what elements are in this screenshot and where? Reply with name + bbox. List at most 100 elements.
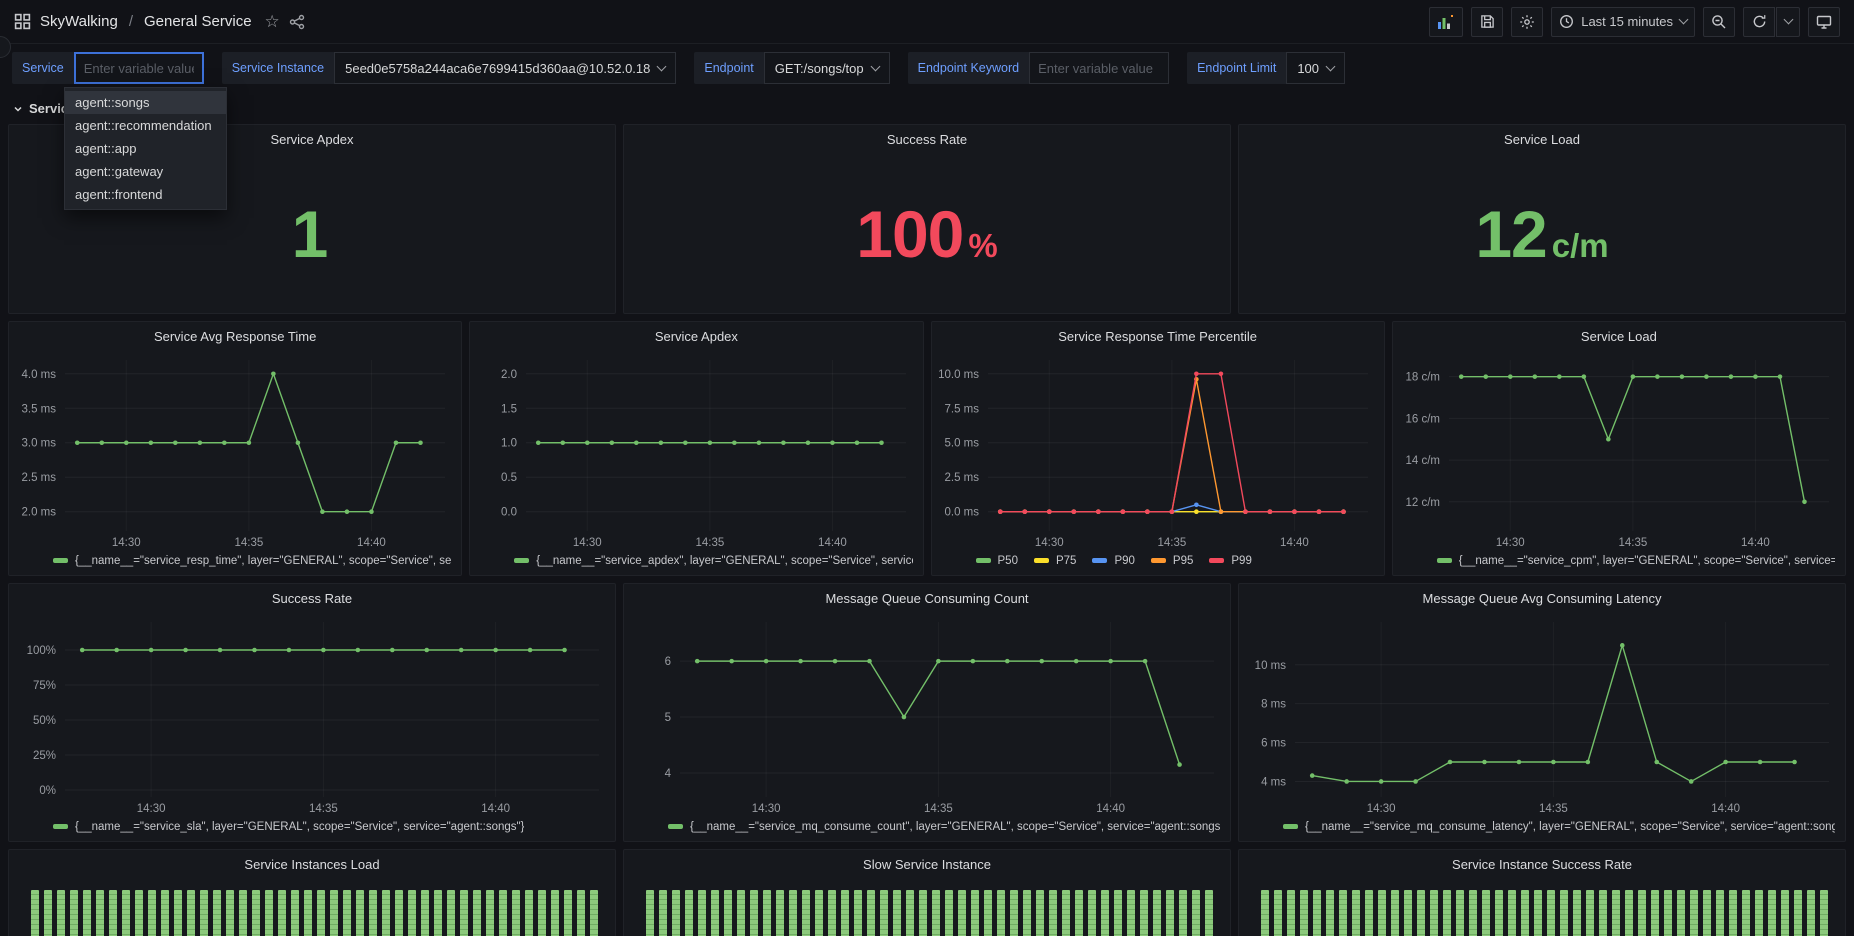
- legend-item[interactable]: {__name__="service_sla", layer="GENERAL"…: [53, 821, 524, 833]
- legend-item[interactable]: P99: [1209, 555, 1251, 567]
- gauge-bar: [945, 890, 953, 936]
- legend-item[interactable]: {__name__="service_resp_time", layer="GE…: [53, 555, 451, 567]
- dropdown-option[interactable]: agent::frontend: [65, 183, 226, 206]
- timeseries-chart[interactable]: 10 ms8 ms6 ms4 ms14:3014:3514:40: [1239, 614, 1845, 817]
- refresh-button[interactable]: [1743, 7, 1775, 37]
- legend-item[interactable]: {__name__="service_apdex", layer="GENERA…: [514, 555, 912, 567]
- gauge-bar: [122, 890, 130, 936]
- legend-item[interactable]: {__name__="service_mq_consume_count", la…: [668, 821, 1220, 833]
- legend-series-marker: [1151, 558, 1166, 563]
- dropdown-option[interactable]: agent::app: [65, 137, 226, 160]
- legend-series-marker: [668, 824, 683, 829]
- save-dashboard-button[interactable]: [1471, 7, 1503, 37]
- gauge-bar: [1088, 890, 1096, 936]
- gauge-bar: [551, 890, 559, 936]
- gauge-bar: [1261, 890, 1269, 936]
- timeseries-chart[interactable]: 2.01.51.00.50.014:3014:3514:40: [470, 352, 922, 551]
- legend-series-label: {__name__="service_sla", layer="GENERAL"…: [75, 821, 524, 833]
- header-bar: SkyWalking / General Service ☆: [0, 0, 1854, 44]
- svg-text:3.5 ms: 3.5 ms: [21, 403, 56, 415]
- dropdown-option[interactable]: agent::gateway: [65, 160, 226, 183]
- breadcrumb-app[interactable]: SkyWalking: [40, 13, 118, 30]
- add-panel-button[interactable]: [1429, 7, 1463, 37]
- refresh-interval-dropdown[interactable]: [1776, 7, 1800, 37]
- endpoint-limit-select[interactable]: 100: [1286, 52, 1345, 84]
- panel-title[interactable]: Service Avg Response Time: [9, 322, 461, 352]
- gauge-bar: [200, 890, 208, 936]
- gauge-bar: [1482, 890, 1490, 936]
- panel-title[interactable]: Service Apdex: [470, 322, 922, 352]
- gauge-bar: [1430, 890, 1438, 936]
- legend-item[interactable]: P50: [976, 555, 1018, 567]
- timeseries-row-2: Success Rate 100%75%50%25%0%14:3014:3514…: [8, 583, 1846, 842]
- timeseries-chart[interactable]: 65414:3014:3514:40: [624, 614, 1230, 817]
- bar-gauge[interactable]: [624, 880, 1230, 936]
- legend-item[interactable]: P90: [1092, 555, 1134, 567]
- dashboard-settings-button[interactable]: [1511, 7, 1543, 37]
- gauge-bar: [1036, 890, 1044, 936]
- variable-service-instance: Service Instance 5eed0e5758a244aca6e7699…: [222, 52, 677, 84]
- gauge-bar: [646, 890, 654, 936]
- variable-endpoint-label: Endpoint: [694, 52, 763, 84]
- svg-text:3.0 ms: 3.0 ms: [21, 438, 56, 450]
- timeseries-chart[interactable]: 10.0 ms7.5 ms5.0 ms2.5 ms0.0 ms14:3014:3…: [932, 352, 1384, 551]
- zoom-out-time-button[interactable]: [1703, 7, 1735, 37]
- timeseries-chart[interactable]: 4.0 ms3.5 ms3.0 ms2.5 ms2.0 ms14:3014:35…: [9, 352, 461, 551]
- gauge-bar: [161, 890, 169, 936]
- gauge-bar: [1339, 890, 1347, 936]
- panel-title[interactable]: Service Instance Success Rate: [1239, 850, 1845, 880]
- panel-title[interactable]: Service Instances Load: [9, 850, 615, 880]
- panel-title[interactable]: Message Queue Consuming Count: [624, 584, 1230, 614]
- svg-text:2.0 ms: 2.0 ms: [21, 507, 56, 519]
- gauge-bar: [304, 890, 312, 936]
- svg-text:14:30: 14:30: [1496, 537, 1525, 549]
- svg-text:7.5 ms: 7.5 ms: [944, 403, 979, 415]
- panel-title[interactable]: Success Rate: [624, 125, 1230, 155]
- gauge-bar: [1664, 890, 1672, 936]
- legend-item[interactable]: P75: [1034, 555, 1076, 567]
- timeseries-chart[interactable]: 100%75%50%25%0%14:3014:3514:40: [9, 614, 615, 817]
- variable-service-instance-label: Service Instance: [222, 52, 334, 84]
- panel-title[interactable]: Service Load: [1393, 322, 1845, 352]
- svg-text:100%: 100%: [27, 645, 56, 657]
- panel-title[interactable]: Success Rate: [9, 584, 615, 614]
- legend-item[interactable]: {__name__="service_cpm", layer="GENERAL"…: [1437, 555, 1835, 567]
- panel-title[interactable]: Service Load: [1239, 125, 1845, 155]
- star-icon[interactable]: ☆: [265, 12, 280, 32]
- gauge-bar: [906, 890, 914, 936]
- bar-gauge[interactable]: [1239, 880, 1845, 936]
- breadcrumb-dashboard-title[interactable]: General Service: [144, 13, 252, 30]
- kiosk-mode-button[interactable]: [1808, 7, 1840, 37]
- apps-grid-icon[interactable]: [14, 13, 31, 30]
- service-variable-input[interactable]: [74, 52, 204, 84]
- share-icon[interactable]: [289, 14, 305, 30]
- gauge-bar: [776, 890, 784, 936]
- gauge-bar: [1456, 890, 1464, 936]
- gauge-bar: [919, 890, 927, 936]
- panel-title[interactable]: Message Queue Avg Consuming Latency: [1239, 584, 1845, 614]
- service-instance-select[interactable]: 5eed0e5758a244aca6e7699415d360aa@10.52.0…: [334, 52, 676, 84]
- endpoint-keyword-input[interactable]: [1029, 52, 1169, 84]
- svg-text:8 ms: 8 ms: [1261, 699, 1286, 711]
- gauge-bar: [278, 890, 286, 936]
- dropdown-option[interactable]: agent::recommendation: [65, 114, 226, 137]
- panel-title[interactable]: Slow Service Instance: [624, 850, 1230, 880]
- time-range-picker[interactable]: Last 15 minutes: [1551, 7, 1695, 37]
- svg-text:14:35: 14:35: [1157, 537, 1186, 549]
- svg-text:2.5 ms: 2.5 ms: [944, 472, 979, 484]
- endpoint-select[interactable]: GET:/songs/top: [764, 52, 890, 84]
- legend-series-marker: [1034, 558, 1049, 563]
- gauge-bar: [1612, 890, 1620, 936]
- dropdown-option[interactable]: agent::songs: [65, 91, 226, 114]
- legend-item[interactable]: P95: [1151, 555, 1193, 567]
- panel-title[interactable]: Service Response Time Percentile: [932, 322, 1384, 352]
- gauge-bar: [213, 890, 221, 936]
- bar-gauge[interactable]: [9, 880, 615, 936]
- legend-item[interactable]: {__name__="service_mq_consume_latency", …: [1283, 821, 1835, 833]
- gauge-bar: [672, 890, 680, 936]
- gauge-bar: [1781, 890, 1789, 936]
- timeseries-chart[interactable]: 18 c/m16 c/m14 c/m12 c/m14:3014:3514:40: [1393, 352, 1845, 551]
- svg-text:2.0: 2.0: [501, 369, 517, 381]
- svg-text:75%: 75%: [33, 680, 56, 692]
- gauge-bar: [1023, 890, 1031, 936]
